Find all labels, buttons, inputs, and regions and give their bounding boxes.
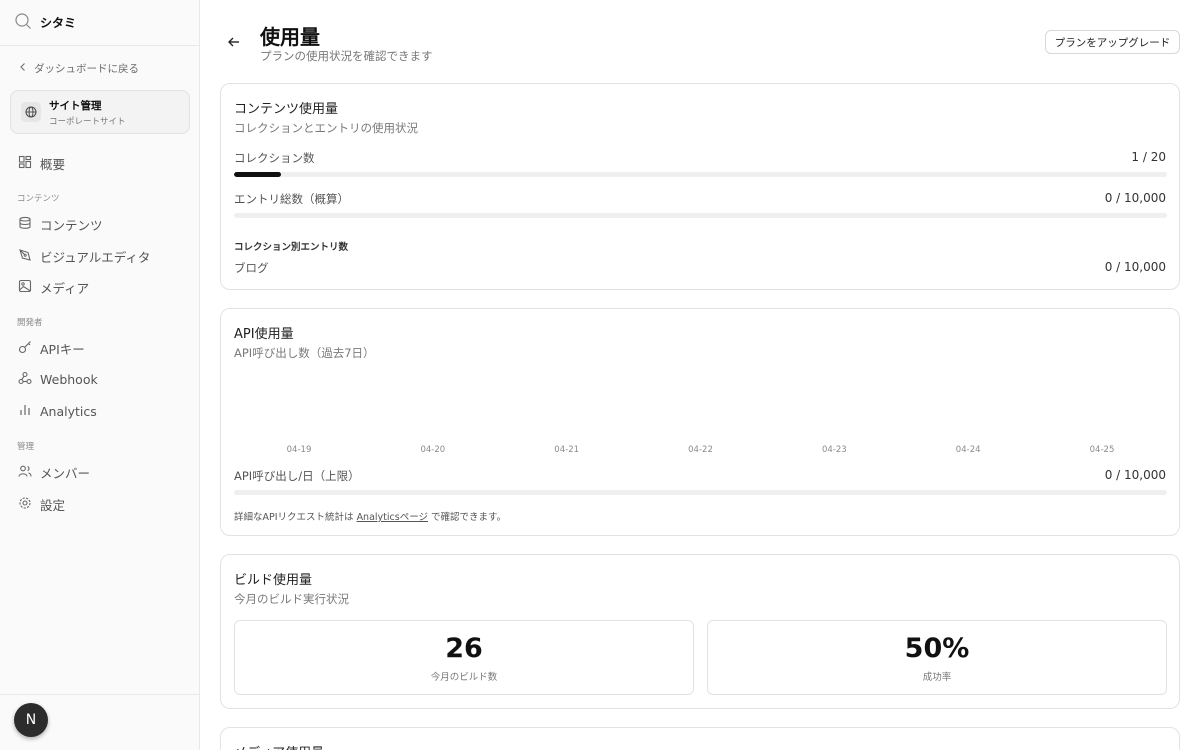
api-calls-chart: 04-19 04-20 04-21 04-22 04-23 04-24 04-25 xyxy=(234,369,1167,459)
entries-label: エントリ総数（概算） xyxy=(234,192,349,206)
sidebar-item-label: メディア xyxy=(40,281,90,296)
build-usage-card: ビルド使用量 今月のビルド実行状況 26 今月のビルド数 50% 成功率 xyxy=(220,554,1180,709)
sidebar-item-label: メンバー xyxy=(40,466,91,481)
section-label-content: コンテンツ xyxy=(17,194,60,204)
chevron-left-icon xyxy=(18,62,28,75)
upgrade-plan-button[interactable]: プランをアップグレード xyxy=(1045,30,1180,54)
api-daily-label: API呼び出し/日（上限） xyxy=(234,469,360,483)
bar-chart-icon xyxy=(18,403,32,420)
database-icon xyxy=(18,216,32,233)
analytics-note: 詳細なAPIリクエスト統計は Analyticsページ で確認できます。 xyxy=(234,509,506,523)
sidebar-item-members[interactable]: メンバー xyxy=(18,463,90,482)
sidebar-item-api-keys[interactable]: APIキー xyxy=(18,339,85,358)
section-label-developer: 開発者 xyxy=(17,318,43,328)
api-chart-plot xyxy=(234,369,1167,439)
collection-entries-value: 0 / 10,000 xyxy=(1104,260,1166,274)
api-daily-progress xyxy=(234,490,1167,495)
x-tick-label: 04-25 xyxy=(1089,445,1115,455)
sidebar-item-visual-editor[interactable]: ビジュアルエディタ xyxy=(18,247,150,266)
success-rate-stat: 50% 成功率 xyxy=(707,620,1167,695)
sidebar-item-label: Webhook xyxy=(40,372,98,387)
x-tick-label: 04-21 xyxy=(554,445,580,455)
sidebar-item-media[interactable]: メディア xyxy=(18,278,89,297)
avatar[interactable]: N xyxy=(14,703,48,737)
sidebar-item-label: ビジュアルエディタ xyxy=(40,250,151,265)
users-icon xyxy=(18,464,32,481)
api-daily-value: 0 / 10,000 xyxy=(1104,468,1166,482)
sidebar-footer: N xyxy=(0,694,200,750)
webhook-icon xyxy=(18,371,32,388)
x-tick-label: 04-22 xyxy=(688,445,713,455)
back-link-label: ダッシュボードに戻る xyxy=(34,63,139,75)
sidebar-item-label: 設定 xyxy=(40,498,66,513)
section-label-admin: 管理 xyxy=(17,442,35,452)
brand-name: シタミ xyxy=(40,16,77,30)
page-title: 使用量 xyxy=(260,25,320,49)
site-name: サイト管理 xyxy=(49,99,102,112)
card-subtitle: 今月のビルド実行状況 xyxy=(234,592,349,606)
success-rate-label: 成功率 xyxy=(922,672,952,683)
arrow-left-icon[interactable] xyxy=(226,34,242,50)
x-tick-label: 04-20 xyxy=(420,445,446,455)
x-tick-label: 04-19 xyxy=(286,445,312,455)
builds-count-label: 今月のビルド数 xyxy=(430,672,498,683)
site-selector[interactable]: サイト管理 コーポレートサイト xyxy=(10,90,190,134)
per-collection-heading: コレクション別エントリ数 xyxy=(234,242,349,253)
x-tick-label: 04-24 xyxy=(955,445,981,455)
collection-name: ブログ xyxy=(234,261,269,275)
builds-count-stat: 26 今月のビルド数 xyxy=(234,620,694,695)
collections-progress xyxy=(234,172,1167,177)
globe-icon xyxy=(21,102,41,122)
sidebar-item-label: 概要 xyxy=(40,157,66,172)
site-subtitle: コーポレートサイト xyxy=(49,116,126,127)
search-icon[interactable] xyxy=(14,12,32,34)
image-icon xyxy=(18,279,32,296)
api-usage-card: API使用量 API呼び出し数（過去7日） 04-19 04-20 04-21 04-… xyxy=(220,308,1180,536)
card-subtitle: API呼び出し数（過去7日） xyxy=(234,346,375,360)
card-title: API使用量 xyxy=(234,327,294,342)
sidebar-item-label: Analytics xyxy=(40,404,97,419)
x-tick-label: 04-23 xyxy=(821,445,847,455)
sidebar-item-analytics[interactable]: Analytics xyxy=(18,403,97,420)
main-content: 使用量 プランの使用状況を確認できます プランをアップグレード コンテンツ使用量… xyxy=(200,0,1200,750)
collections-label: コレクション数 xyxy=(234,151,315,165)
sidebar: シタミ ダッシュボードに戻る サイト管理 コーポレートサイト 概要 コンテンツ … xyxy=(0,0,200,750)
note-prefix: 詳細なAPIリクエスト統計は xyxy=(234,512,354,523)
gear-icon xyxy=(18,496,32,513)
sidebar-item-webhook[interactable]: Webhook xyxy=(18,371,98,388)
card-title: ビルド使用量 xyxy=(234,573,313,588)
media-usage-card: メディア使用量 xyxy=(220,727,1180,750)
back-to-dashboard-link[interactable]: ダッシュボードに戻る xyxy=(18,61,139,76)
builds-count-value: 26 xyxy=(445,633,483,664)
note-suffix: で確認できます。 xyxy=(431,512,507,523)
sidebar-header: シタミ xyxy=(0,0,199,46)
analytics-page-link[interactable]: Analyticsページ xyxy=(357,512,428,523)
sidebar-item-label: APIキー xyxy=(40,342,85,357)
content-usage-card: コンテンツ使用量 コレクションとエントリの使用状況 コレクション数 1 / 20… xyxy=(220,83,1180,290)
sidebar-item-overview[interactable]: 概要 xyxy=(18,154,65,173)
collections-value: 1 / 20 xyxy=(1131,150,1166,164)
card-subtitle: コレクションとエントリの使用状況 xyxy=(234,121,418,135)
sidebar-item-content[interactable]: コンテンツ xyxy=(18,215,103,234)
card-title: メディア使用量 xyxy=(234,742,324,750)
card-title: コンテンツ使用量 xyxy=(234,102,339,117)
entries-progress xyxy=(234,213,1167,218)
collections-progress-fill xyxy=(234,172,281,177)
sidebar-item-settings[interactable]: 設定 xyxy=(18,495,65,514)
entries-value: 0 / 10,000 xyxy=(1104,191,1166,205)
grid-icon xyxy=(18,155,32,172)
pen-tool-icon xyxy=(18,248,32,265)
page-subtitle: プランの使用状況を確認できます xyxy=(260,49,433,63)
success-rate-value: 50% xyxy=(904,633,970,664)
key-icon xyxy=(18,340,32,357)
sidebar-item-label: コンテンツ xyxy=(40,218,103,233)
